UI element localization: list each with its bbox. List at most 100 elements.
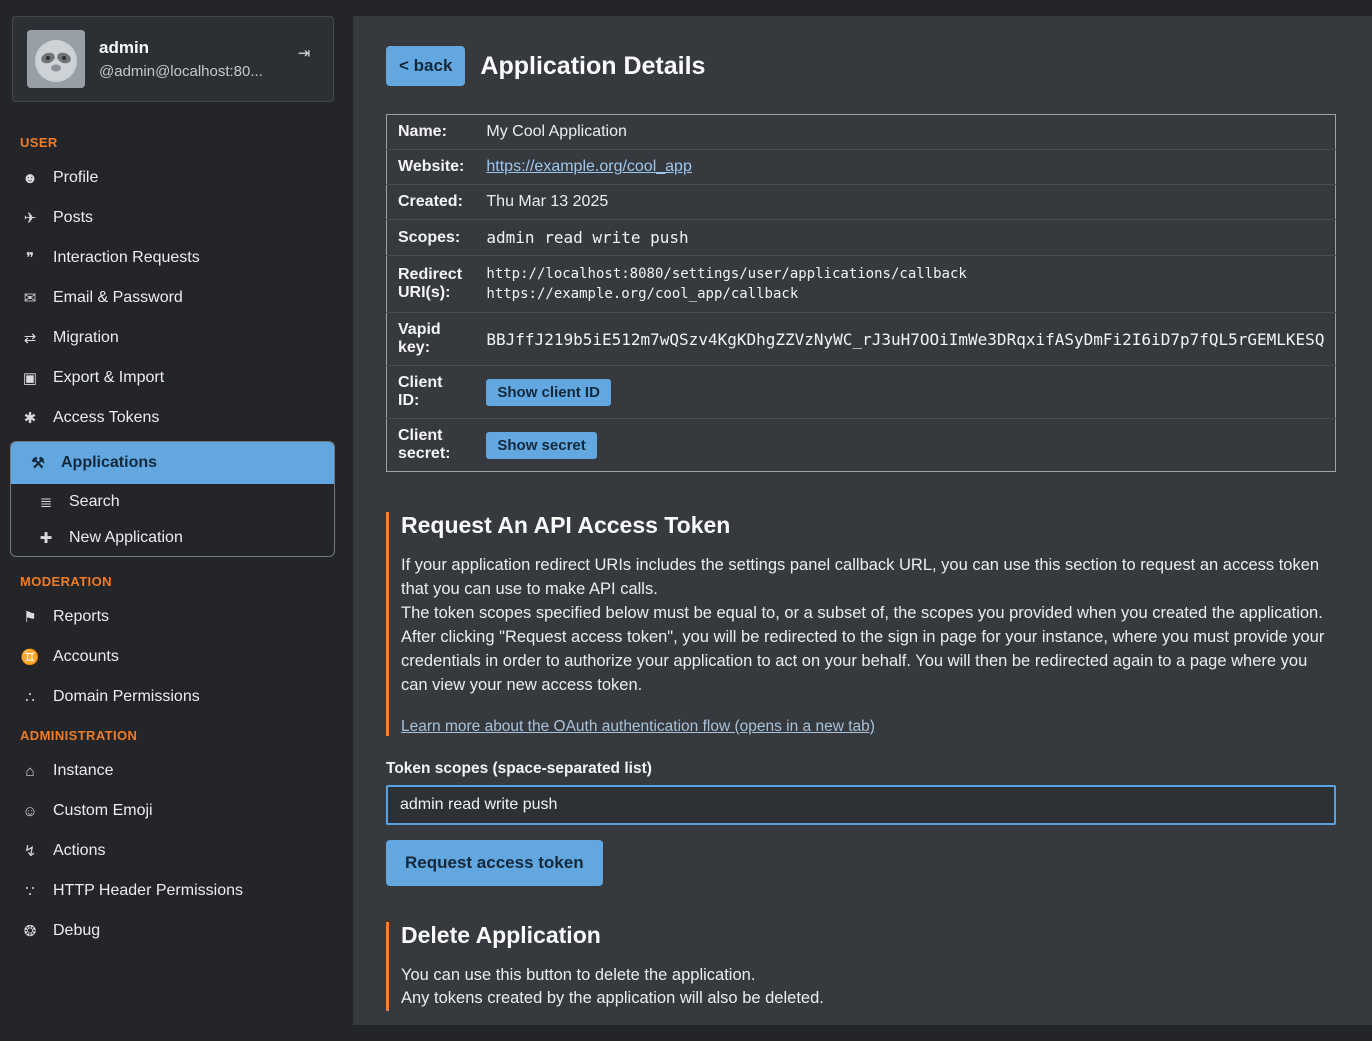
application-details-table: Name: My Cool Application Website: https… [386, 114, 1336, 472]
sidebar-item-email-password[interactable]: Email & Password [0, 278, 345, 318]
smile-icon [20, 803, 40, 820]
request-token-section: Request An API Access Token If your appl… [386, 512, 1336, 736]
detail-value-scopes: admin read write push [475, 220, 1336, 256]
plus-icon [36, 529, 56, 547]
detail-row-created: Created: Thu Mar 13 2025 [387, 185, 1336, 220]
sidebar-item-label: Search [69, 493, 120, 511]
applications-subnav: Search New Application [11, 484, 334, 556]
flag-icon [20, 608, 40, 626]
sidebar-item-actions[interactable]: Actions [0, 831, 345, 871]
content-panel: < back Application Details Name: My Cool… [353, 16, 1372, 1025]
sidebar: admin @admin@localhost:80... USER Profil… [0, 0, 345, 1041]
sidebar-item-label: Interaction Requests [53, 249, 200, 267]
sidebar-item-label: New Application [69, 529, 183, 547]
sidebar-item-label: Export & Import [53, 369, 164, 387]
sidebar-item-posts[interactable]: Posts [0, 198, 345, 238]
sidebar-item-label: Domain Permissions [53, 688, 200, 706]
user-meta: admin @admin@localhost:80... [99, 38, 263, 80]
detail-row-client-secret: Client secret: Show secret [387, 419, 1336, 472]
wrench-icon [28, 454, 48, 472]
sidebar-item-applications-search[interactable]: Search [11, 484, 334, 520]
sidebar-item-label: Applications [61, 454, 157, 472]
sidebar-section-moderation: MODERATION [0, 563, 345, 597]
delete-info-line: Any tokens created by the application wi… [401, 987, 1336, 1011]
logout-button[interactable] [288, 39, 320, 65]
sidebar-item-reports[interactable]: Reports [0, 597, 345, 637]
sidebar-item-http-header-permissions[interactable]: HTTP Header Permissions [0, 871, 345, 911]
token-scopes-label: Token scopes (space-separated list) [386, 760, 1336, 778]
sidebar-item-applications[interactable]: Applications [11, 442, 334, 484]
bolt-icon [20, 842, 40, 860]
user-card: admin @admin@localhost:80... [12, 16, 334, 102]
sidebar-item-label: Instance [53, 762, 113, 780]
sidebar-item-label: Accounts [53, 648, 119, 666]
website-link[interactable]: https://example.org/cool_app [486, 158, 691, 175]
sidebar-item-accounts[interactable]: Accounts [0, 637, 345, 677]
user-icon [20, 170, 40, 187]
oauth-learn-more-link[interactable]: Learn more about the OAuth authenticatio… [401, 718, 875, 735]
detail-row-scopes: Scopes: admin read write push [387, 220, 1336, 256]
bug-icon [20, 922, 40, 940]
avatar [27, 30, 85, 88]
asterisk-icon [20, 409, 40, 427]
request-token-title: Request An API Access Token [401, 512, 1336, 539]
sidebar-item-debug[interactable]: Debug [0, 911, 345, 951]
share-nodes-icon [20, 688, 40, 706]
sidebar-item-label: Email & Password [53, 289, 183, 307]
request-button-row: Request access token [386, 825, 1336, 886]
page-header: < back Application Details [386, 46, 1336, 86]
detail-row-website: Website: https://example.org/cool_app [387, 150, 1336, 185]
avatar-image [27, 30, 85, 88]
request-token-paragraph: After clicking "Request access token", y… [401, 626, 1336, 698]
paper-plane-icon [20, 209, 40, 227]
sidebar-section-administration: ADMINISTRATION [0, 717, 345, 751]
detail-row-vapid-key: Vapid key: BBJffJ219b5iE512m7wQSzv4KgKDh… [387, 313, 1336, 366]
sidebar-item-label: Access Tokens [53, 409, 159, 427]
show-secret-button[interactable]: Show secret [486, 432, 596, 459]
detail-label-client-secret: Client secret: [387, 419, 476, 472]
sitemap-icon [20, 763, 40, 780]
main-area: < back Application Details Name: My Cool… [345, 0, 1372, 1041]
sidebar-item-label: Custom Emoji [53, 802, 153, 820]
request-token-paragraph: The token scopes specified below must be… [401, 602, 1336, 626]
sidebar-item-new-application[interactable]: New Application [11, 520, 334, 556]
sidebar-item-domain-permissions[interactable]: Domain Permissions [0, 677, 345, 717]
sidebar-item-profile[interactable]: Profile [0, 158, 345, 198]
sidebar-item-migration[interactable]: Migration [0, 318, 345, 358]
users-icon [20, 648, 40, 666]
back-button[interactable]: < back [386, 46, 465, 86]
sidebar-item-interaction-requests[interactable]: Interaction Requests [0, 238, 345, 278]
token-scopes-input[interactable] [386, 785, 1336, 825]
request-access-token-button[interactable]: Request access token [386, 840, 603, 886]
delete-application-section: Delete Application You can use this butt… [386, 922, 1336, 1012]
delete-application-title: Delete Application [401, 922, 1336, 949]
arrows-icon [20, 329, 40, 347]
detail-value-name: My Cool Application [475, 115, 1336, 150]
delete-button-row: Delete [386, 1011, 1336, 1025]
detail-label-created: Created: [387, 185, 476, 220]
show-client-id-button[interactable]: Show client ID [486, 379, 611, 406]
detail-label-client-id: Client ID: [387, 366, 476, 419]
sidebar-item-label: Profile [53, 169, 98, 187]
learn-more-row: Learn more about the OAuth authenticatio… [401, 718, 1336, 736]
envelope-icon [20, 289, 40, 307]
redirect-uri: http://localhost:8080/settings/user/appl… [486, 264, 1324, 284]
detail-row-name: Name: My Cool Application [387, 115, 1336, 150]
sidebar-item-custom-emoji[interactable]: Custom Emoji [0, 791, 345, 831]
sidebar-item-label: Debug [53, 922, 100, 940]
delete-info-line: You can use this button to delete the ap… [401, 964, 1336, 988]
detail-label-redirect-uris: Redirect URI(s): [387, 256, 476, 313]
detail-row-client-id: Client ID: Show client ID [387, 366, 1336, 419]
detail-label-website: Website: [387, 150, 476, 185]
sidebar-item-label: Posts [53, 209, 93, 227]
sidebar-item-access-tokens[interactable]: Access Tokens [0, 398, 345, 438]
sidebar-item-label: Migration [53, 329, 119, 347]
user-handle: @admin@localhost:80... [99, 63, 263, 80]
comment-icon [20, 249, 40, 267]
sidebar-item-export-import[interactable]: Export & Import [0, 358, 345, 398]
user-name: admin [99, 38, 263, 58]
sidebar-item-instance[interactable]: Instance [0, 751, 345, 791]
sidebar-item-label: Reports [53, 608, 109, 626]
list-icon [36, 493, 56, 511]
logout-icon [294, 44, 314, 62]
